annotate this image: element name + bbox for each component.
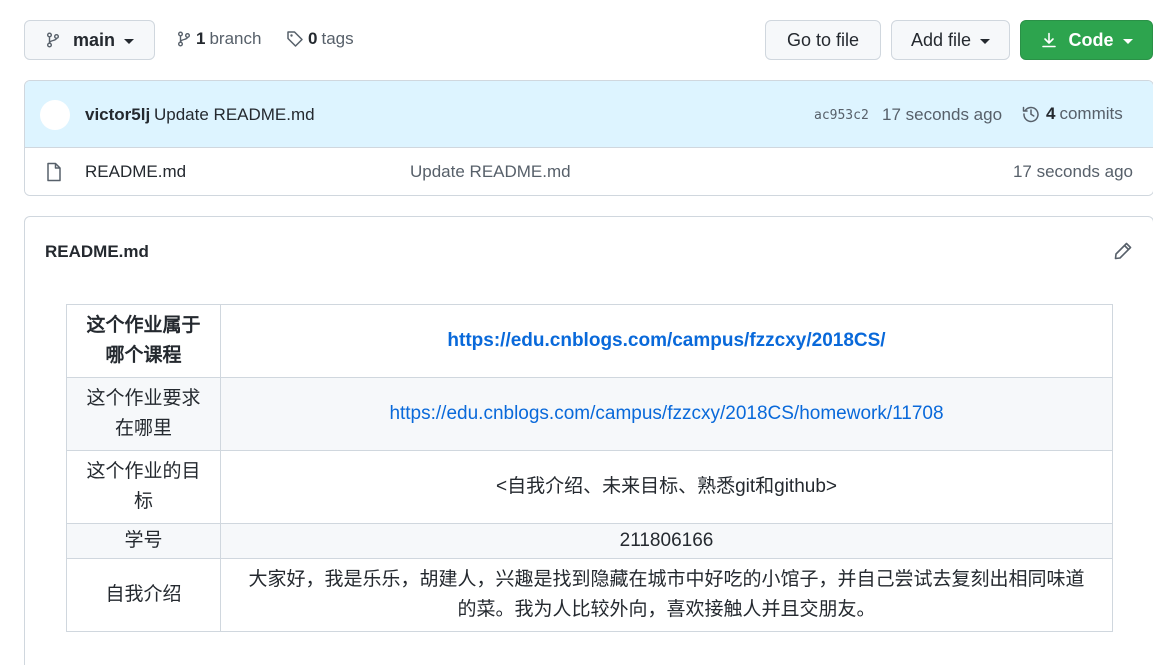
table-value-cell: https://edu.cnblogs.com/campus/fzzcxy/20… [220,304,1113,378]
table-key-cell: 学号 [66,523,221,559]
readme-title: README.md [45,242,149,261]
table-value-cell: 211806166 [220,523,1113,559]
code-label: Code [1068,29,1114,50]
add-file-label: Add file [910,29,972,50]
homework-link[interactable]: https://edu.cnblogs.com/campus/fzzcxy/20… [389,403,943,424]
file-time: 17 seconds ago [1012,162,1133,181]
readme-panel: README.md 这个作业属于哪个课程 https://edu.cnblogs… [24,216,1153,665]
commit-message[interactable]: Update README.md [154,105,315,125]
chevron-down-icon [124,38,135,44]
table-key-cell: 这个作业属于哪个课程 [66,304,221,378]
pencil-icon[interactable] [1113,241,1133,261]
go-to-file-button[interactable]: Go to file [765,20,881,60]
commit-label: commits [1059,104,1123,123]
file-icon [47,162,61,182]
commit-author[interactable]: victor5lj [85,105,150,125]
add-file-button[interactable]: Add file [891,20,1010,60]
table-key-cell: 这个作业的目标 [66,450,221,524]
tag-icon [287,31,303,47]
git-branch-icon [47,32,59,48]
file-name-link[interactable]: README.md [85,162,186,182]
tags-link[interactable]: 0 tags [286,29,354,49]
table-row: 这个作业要求在哪里 https://edu.cnblogs.com/campus… [66,377,1113,451]
branch-select-button[interactable]: main [24,20,155,60]
table-row: 这个作业属于哪个课程 https://edu.cnblogs.com/campu… [66,304,1113,378]
code-button[interactable]: Code [1020,20,1153,60]
branch-name: main [73,29,116,50]
commit-time: 17 seconds ago [882,105,1003,124]
commit-sha[interactable]: ac953c2 [814,108,869,123]
readme-table: 这个作业属于哪个课程 https://edu.cnblogs.com/campu… [66,304,1113,632]
branches-link[interactable]: 1 branch [176,29,261,49]
table-value-cell: 大家好，我是乐乐，胡建人，兴趣是找到隐藏在城市中好吃的小馆子，并自己尝试去复刻出… [220,558,1113,632]
file-row: README.md Update README.md 17 seconds ag… [25,148,1153,195]
go-to-file-label: Go to file [786,29,860,50]
table-value-cell: <自我介绍、未来目标、熟悉git和github> [220,450,1113,524]
course-link[interactable]: https://edu.cnblogs.com/campus/fzzcxy/20… [447,330,885,351]
file-commit-message-link[interactable]: Update README.md [410,162,571,182]
commit-count: 4 [1046,104,1056,123]
branch-count: 1 [196,29,206,48]
table-row: 学号 211806166 [66,523,1113,559]
table-key-cell: 自我介绍 [66,558,221,632]
chevron-down-icon [1122,38,1133,44]
download-icon [1041,32,1056,48]
table-row: 这个作业的目标 <自我介绍、未来目标、熟悉git和github> [66,450,1113,524]
chevron-down-icon [980,38,991,44]
file-browser: victor5lj Update README.md ac953c2 17 se… [24,80,1153,196]
tag-count: 0 [308,29,318,48]
commits-history-link[interactable]: 4 commits [1022,104,1123,124]
latest-commit-bar: victor5lj Update README.md ac953c2 17 se… [25,81,1153,148]
avatar[interactable] [40,100,70,130]
history-icon [1022,106,1039,123]
branch-label: branch [209,29,262,48]
table-key-cell: 这个作业要求在哪里 [66,377,221,451]
table-row: 自我介绍 大家好，我是乐乐，胡建人，兴趣是找到隐藏在城市中好吃的小馆子，并自己尝… [66,558,1113,632]
table-value-cell: https://edu.cnblogs.com/campus/fzzcxy/20… [220,377,1113,451]
tag-label: tags [321,29,354,48]
git-branch-icon [178,31,190,47]
